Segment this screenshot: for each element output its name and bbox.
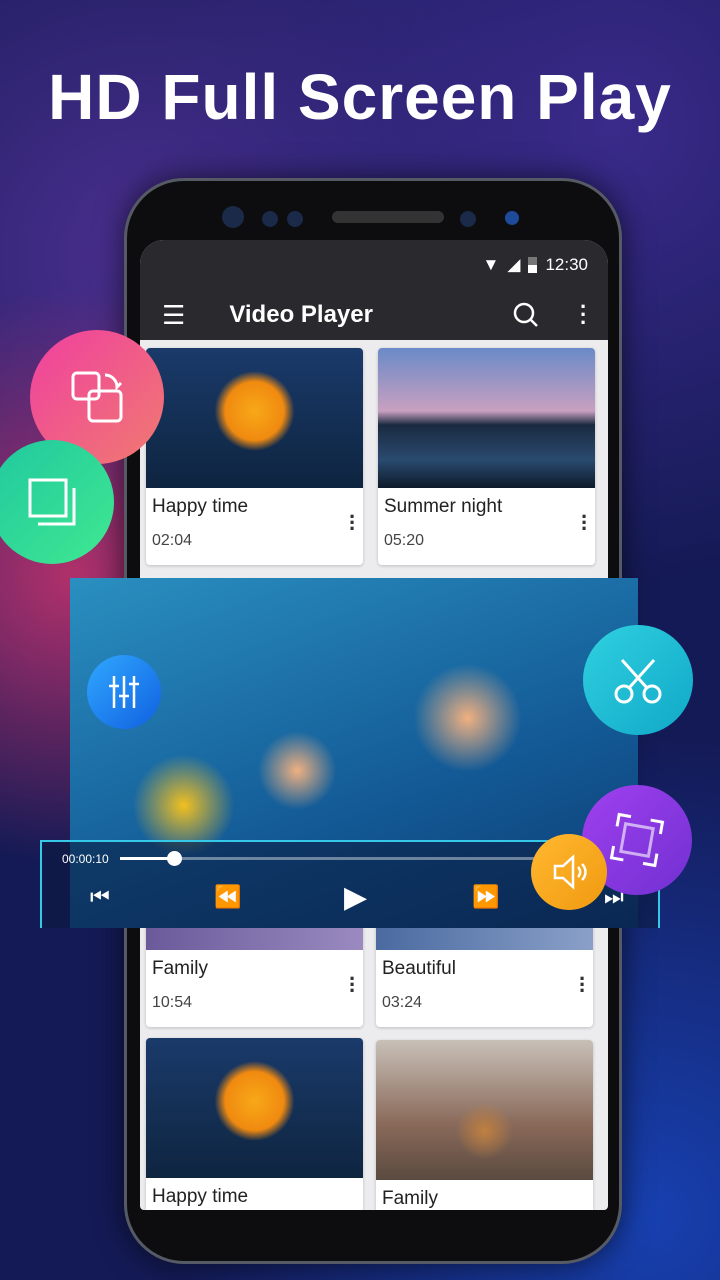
video-title: Summer night [384, 496, 503, 517]
rotate-icon [71, 371, 123, 423]
more-options-icon[interactable]: · · · [580, 296, 587, 334]
video-thumbnail [146, 348, 363, 488]
volume-icon [553, 854, 587, 890]
seek-progress [120, 857, 174, 860]
seek-bar[interactable] [120, 851, 570, 866]
video-duration: 03:24 [382, 994, 423, 1011]
previous-icon[interactable]: ⏮ [90, 884, 110, 910]
video-duration: 10:54 [152, 994, 193, 1011]
layers-icon [28, 478, 76, 526]
play-icon[interactable]: ▶ [344, 880, 367, 915]
camera-icon [222, 206, 244, 228]
more-icon[interactable]: · · · [349, 506, 356, 540]
headline: HD Full Screen Play [48, 61, 672, 133]
status-bar: ▼ ◢ 12:30 [140, 240, 608, 290]
video-thumbnail [378, 348, 595, 488]
more-icon[interactable]: · · · [581, 506, 588, 540]
sensor-icon [505, 211, 519, 225]
video-card[interactable]: Happy time [146, 1038, 363, 1210]
search-icon[interactable] [512, 301, 540, 329]
video-card[interactable]: Family [376, 1040, 593, 1210]
video-title: Happy time [152, 496, 249, 517]
cut-button[interactable] [583, 625, 693, 735]
speaker-grille [332, 211, 444, 223]
video-title: Happy time [152, 1186, 249, 1207]
elapsed-time: 00:00:10 [62, 852, 109, 866]
app-title: Video Player [229, 301, 373, 328]
video-title: Beautiful [382, 958, 456, 979]
more-icon[interactable]: · · · [579, 968, 586, 1002]
wifi-icon: ▼ [482, 255, 500, 274]
crop-icon [609, 812, 665, 868]
equalizer-icon [109, 676, 139, 708]
toolbar: ☰ Video Player · · · [140, 290, 608, 340]
video-duration: 02:04 [152, 532, 193, 549]
seek-handle[interactable] [167, 851, 182, 866]
video-title: Family [152, 958, 208, 979]
video-card[interactable]: Happy time 02:04 · · · [146, 348, 363, 565]
video-thumbnail [146, 1038, 363, 1178]
menu-icon[interactable]: ☰ [162, 300, 185, 331]
more-icon[interactable]: · · · [349, 968, 356, 1002]
front-camera-icon [460, 211, 476, 227]
video-thumbnail [376, 1040, 593, 1180]
fast-forward-icon[interactable]: ⏩ [472, 884, 499, 910]
equalizer-button[interactable] [87, 655, 161, 729]
sensor-icon [262, 211, 278, 227]
rewind-icon[interactable]: ⏪ [214, 884, 241, 910]
battery-icon [528, 257, 538, 273]
sensor-icon [287, 211, 303, 227]
clock: 12:30 [545, 255, 588, 274]
video-duration: 05:20 [384, 532, 425, 549]
copy-button[interactable] [0, 440, 114, 564]
signal-icon: ◢ [507, 255, 521, 274]
scissors-icon [614, 659, 662, 704]
volume-button[interactable] [531, 834, 607, 910]
video-title: Family [382, 1188, 438, 1209]
video-card[interactable]: Summer night 05:20 · · · [378, 348, 595, 565]
